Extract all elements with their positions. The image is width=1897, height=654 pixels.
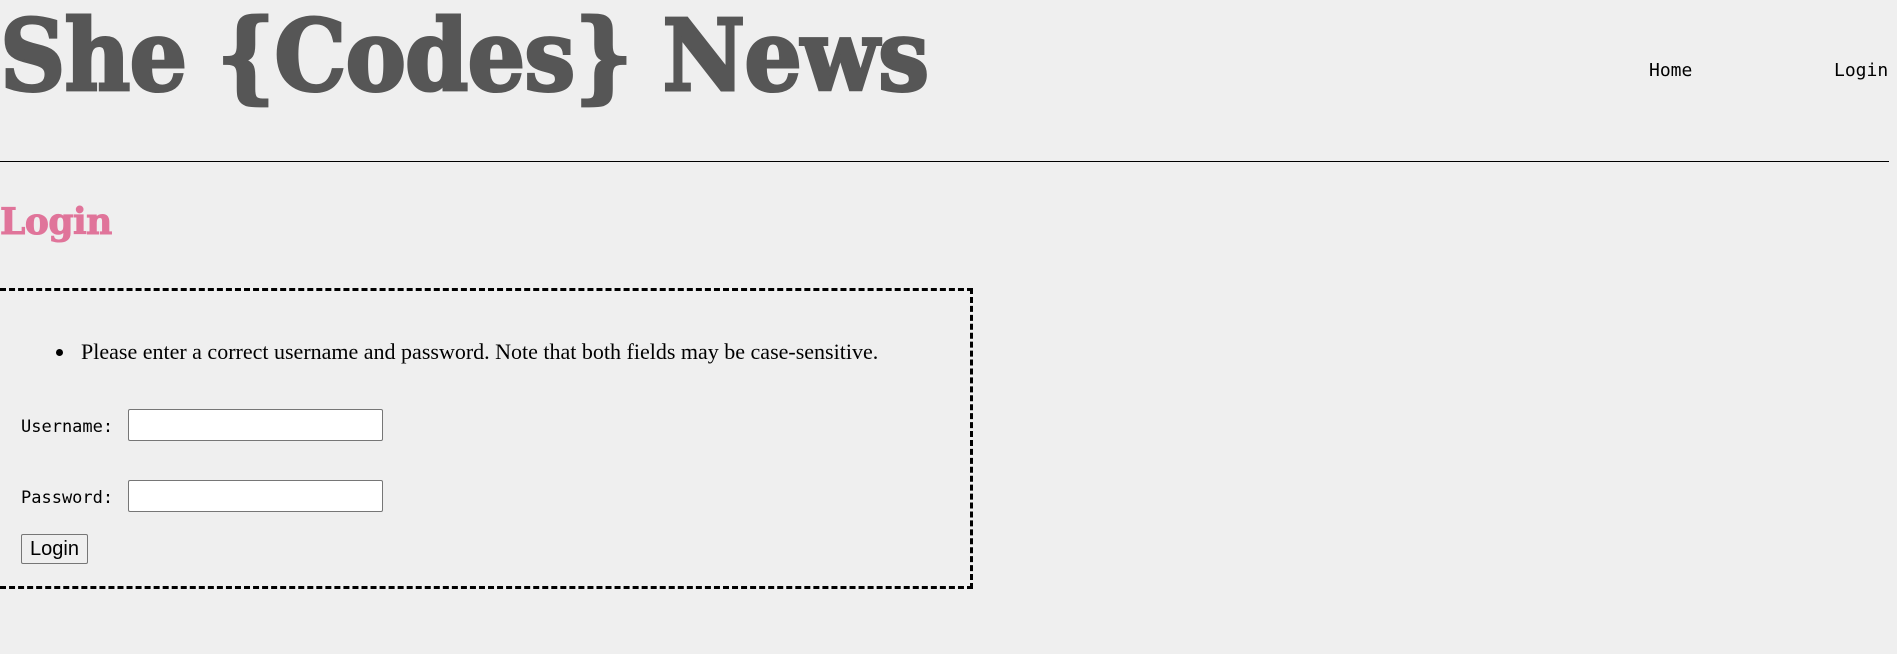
error-message-text: Please enter a correct username and pass… xyxy=(81,339,879,364)
username-input[interactable] xyxy=(128,409,383,441)
password-input[interactable] xyxy=(128,480,383,512)
password-label: Password: xyxy=(21,488,114,508)
login-submit-button[interactable]: Login xyxy=(21,534,88,564)
page-heading: Login xyxy=(0,201,113,243)
nav-home-link[interactable]: Home xyxy=(1649,60,1692,81)
error-list: Please enter a correct username and pass… xyxy=(56,339,878,365)
nav-login-link[interactable]: Login xyxy=(1834,60,1888,81)
error-message: Please enter a correct username and pass… xyxy=(56,339,878,365)
bullet-icon xyxy=(56,349,63,356)
header-divider xyxy=(0,161,1889,162)
username-label: Username: xyxy=(21,417,114,437)
site-title: She {Codes} News xyxy=(0,0,931,114)
login-form: Please enter a correct username and pass… xyxy=(0,288,973,589)
